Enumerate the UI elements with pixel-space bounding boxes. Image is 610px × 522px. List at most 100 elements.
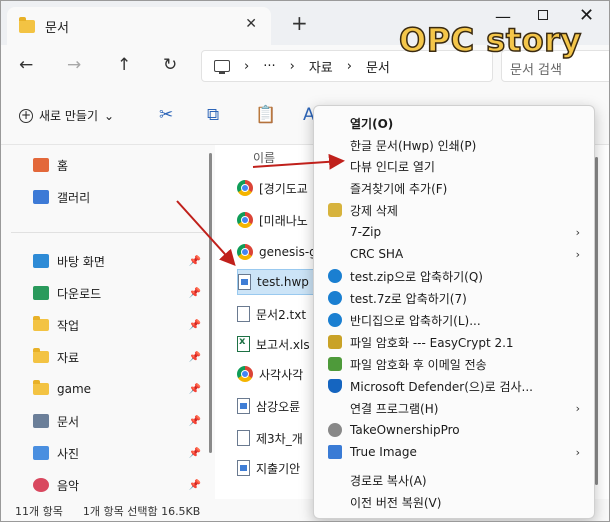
file-name: [미래나노 [259,213,308,228]
sidebar-item-data[interactable]: 자료 📌 [33,345,205,369]
pin-icon: 📌 [188,351,201,363]
sidebar-item-label: 바탕 화면 [57,254,105,269]
grid-icon [328,445,342,459]
plus-icon: + [19,107,33,123]
menu-item-print[interactable]: 한글 문서(Hwp) 인쇄(P) [322,134,588,156]
menu-item-true-image[interactable]: True Image › [322,441,588,463]
menu-item-open-with[interactable]: 연결 프로그램(H) › [322,397,588,419]
forward-button[interactable]: → [67,55,81,75]
breadcrumb-more[interactable]: ··· [263,59,275,74]
menu-item-encrypt-email[interactable]: 파일 암호화 후 이메일 전송 [322,353,588,375]
gallery-icon [33,190,49,204]
mail-icon [328,357,342,371]
menu-item-label: Microsoft Defender(으)로 검사... [350,379,533,394]
new-button[interactable]: + 새로 만들기 ⌄ [19,107,114,124]
sidebar-item-pictures[interactable]: 사진 📌 [33,441,205,465]
menu-item-label: CRC SHA [350,247,404,261]
pin-icon: 📌 [188,447,201,459]
chevron-right-icon: › [575,445,580,459]
chevron-right-icon: › [575,401,580,415]
sidebar-item-label: 다운로드 [57,286,102,301]
refresh-button[interactable]: ↻ [163,55,177,75]
sidebar-item-downloads[interactable]: 다운로드 📌 [33,281,205,305]
file-name: test.hwp [257,275,309,289]
text-file-icon [237,306,250,322]
sidebar-item-music[interactable]: 음악 📌 [33,473,205,497]
menu-item-restore-previous[interactable]: 이전 버전 복원(V) [322,491,588,513]
menu-item-label: 한글 문서(Hwp) 인쇄(P) [350,138,477,153]
menu-item-bandizip[interactable]: 반디집으로 압축하기(L)... [322,309,588,331]
context-menu: 열기(O) 한글 문서(Hwp) 인쇄(P) 다뷰 인디로 열기 즐겨찾기에 추… [313,105,595,519]
file-name: [경기도교 [259,181,308,196]
breadcrumb-separator: › [244,58,250,74]
menu-item-easycrypt[interactable]: 파일 암호화 --- EasyCrypt 2.1 [322,331,588,353]
lock-icon [328,335,342,349]
menu-item-copy-path[interactable]: 경로로 복사(A) [322,469,588,491]
sidebar-item-documents[interactable]: 문서 📌 [33,409,205,433]
sidebar-item-label: 홈 [57,158,69,173]
sidebar-item-game[interactable]: game 📌 [33,377,205,401]
divider [11,232,206,233]
menu-item-force-delete[interactable]: 강제 삭제 [322,199,588,221]
sidebar-item-label: 음악 [57,478,80,493]
menu-item-open[interactable]: 열기(O) [322,112,588,134]
folder-icon [33,348,49,363]
menu-item-label: test.7z로 압축하기(7) [350,291,467,306]
sidebar-item-gallery[interactable]: 갤러리 [33,185,205,209]
tab-documents[interactable]: 문서 ✕ [7,7,271,45]
sidebar-item-desktop[interactable]: 바탕 화면 📌 [33,249,205,273]
folder-icon [33,380,49,395]
sidebar-item-work[interactable]: 작업 📌 [33,313,205,337]
column-header-name[interactable]: 이름 [253,149,275,166]
folder-icon [33,316,49,331]
menu-item-zip[interactable]: test.zip으로 압축하기(Q) [322,265,588,287]
menu-item-crc-sha[interactable]: CRC SHA › [322,243,588,265]
up-button[interactable]: ↑ [117,55,131,75]
item-count: 11개 항목 [15,505,63,518]
breadcrumb-separator: › [346,58,352,74]
document-file-icon [237,430,250,446]
maximize-button[interactable] [538,10,548,20]
tab-close-icon[interactable]: ✕ [245,16,257,32]
sidebar-scrollbar[interactable] [209,153,212,453]
menu-item-defender[interactable]: Microsoft Defender(으)로 검사... [322,375,588,397]
copy-icon[interactable]: ⧉ [207,105,219,125]
key-icon [328,203,342,217]
folder-icon [19,16,35,33]
pin-icon: 📌 [188,287,201,299]
hwp-file-icon [237,460,250,476]
back-button[interactable]: ← [19,55,33,75]
bandizip-icon [328,269,342,283]
chrome-icon [237,180,253,196]
menu-item-label: 다뷰 인디로 열기 [350,159,435,174]
breadcrumb-item[interactable]: 자료 [309,57,333,76]
menu-item-label: 파일 암호화 후 이메일 전송 [350,357,487,372]
file-list-scrollbar[interactable] [595,157,598,485]
selection-info: 1개 항목 선택함 16.5KB [82,505,201,518]
new-tab-button[interactable]: + [291,11,308,35]
pin-icon: 📌 [188,479,201,491]
breadcrumb-separator: › [289,58,295,74]
menu-item-takeownership[interactable]: TakeOwnershipPro [322,419,588,441]
sidebar-item-label: 사진 [57,446,80,461]
menu-item-daview[interactable]: 다뷰 인디로 열기 [322,155,588,177]
menu-item-7zip[interactable]: 7-Zip › [322,221,588,243]
menu-item-favorites[interactable]: 즐겨찾기에 추가(F) [322,177,588,199]
sidebar-item-label: game [57,382,92,396]
menu-item-label: 반디집으로 압축하기(L)... [350,313,481,328]
chevron-right-icon: › [575,247,580,261]
file-name: 사각사각 [259,367,304,382]
pin-icon: 📌 [188,415,201,427]
paste-icon[interactable]: 📋 [255,105,276,125]
cut-icon[interactable]: ✂ [159,105,173,125]
menu-item-label: 강제 삭제 [350,203,398,218]
pictures-icon [33,446,49,460]
chrome-icon [237,244,253,260]
breadcrumb-item[interactable]: 문서 [366,57,390,76]
sidebar-item-home[interactable]: 홈 [33,153,205,177]
menu-item-7z[interactable]: test.7z로 압축하기(7) [322,287,588,309]
menu-item-label: 열기(O) [350,116,394,131]
file-name: 보고서.xls [256,337,310,352]
chevron-down-icon: ⌄ [104,108,115,123]
bandizip-icon [328,291,342,305]
